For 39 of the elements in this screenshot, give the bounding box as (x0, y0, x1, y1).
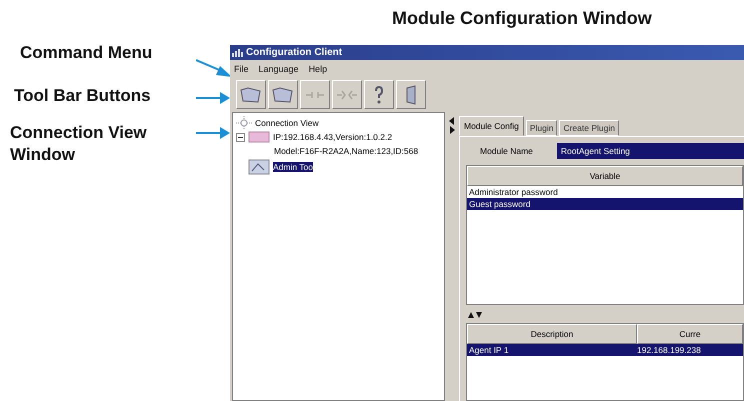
question-mark-icon (374, 86, 384, 104)
callout-label: Tool Bar Buttons (14, 86, 151, 106)
callout-label: Connection View Window (10, 122, 148, 166)
tab[interactable]: Module Config (459, 116, 524, 136)
callout-label: Command Menu (20, 43, 152, 63)
menu-item[interactable]: Help (308, 64, 328, 74)
column-header[interactable]: Curre (637, 324, 743, 344)
module-name-field[interactable]: RootAgent Setting (556, 143, 744, 159)
column-header[interactable]: Description (467, 324, 637, 344)
column-header[interactable]: Variable (467, 166, 743, 186)
module-name-label: Module Name (480, 146, 533, 156)
table-row[interactable]: Guest password (467, 198, 743, 210)
app-icon (232, 48, 244, 56)
sort-arrows-icon[interactable] (468, 312, 482, 318)
callout-label: Module Configuration Window (392, 8, 652, 29)
toolbar-button[interactable] (268, 80, 298, 109)
tab[interactable]: Plugin (526, 120, 558, 136)
module-icon (248, 159, 270, 175)
door-icon (405, 84, 417, 104)
callout-arrow (196, 127, 230, 139)
callout-arrow (196, 58, 232, 78)
window-title: Configuration Client (246, 47, 342, 58)
toolbar-button[interactable] (396, 80, 426, 109)
collapse-toggle-icon[interactable] (236, 132, 245, 142)
menu-item[interactable]: File (234, 64, 249, 74)
tree-item[interactable]: Admin Too (273, 162, 314, 172)
callout-arrow (196, 92, 230, 104)
menu-item[interactable]: Language (258, 64, 299, 74)
table-row[interactable]: Agent IP 1 192.168.199.238 (467, 344, 743, 356)
splitter-arrows-icon[interactable] (449, 116, 455, 134)
computer-icon (248, 131, 270, 143)
toolbar-button[interactable] (364, 80, 394, 109)
tree-item[interactable]: IP:192.168.4.43,Version:1.0.2.2 (273, 132, 392, 142)
toolbar-button[interactable] (236, 80, 266, 109)
tab[interactable]: Create Plugin (559, 120, 619, 136)
network-icon (236, 116, 252, 130)
table-row[interactable]: Administrator password (467, 186, 743, 198)
tree-item[interactable]: Connection View (255, 118, 319, 128)
tree-item[interactable]: Model:F16F-R2A2A,Name:123,ID:568 (274, 146, 418, 156)
